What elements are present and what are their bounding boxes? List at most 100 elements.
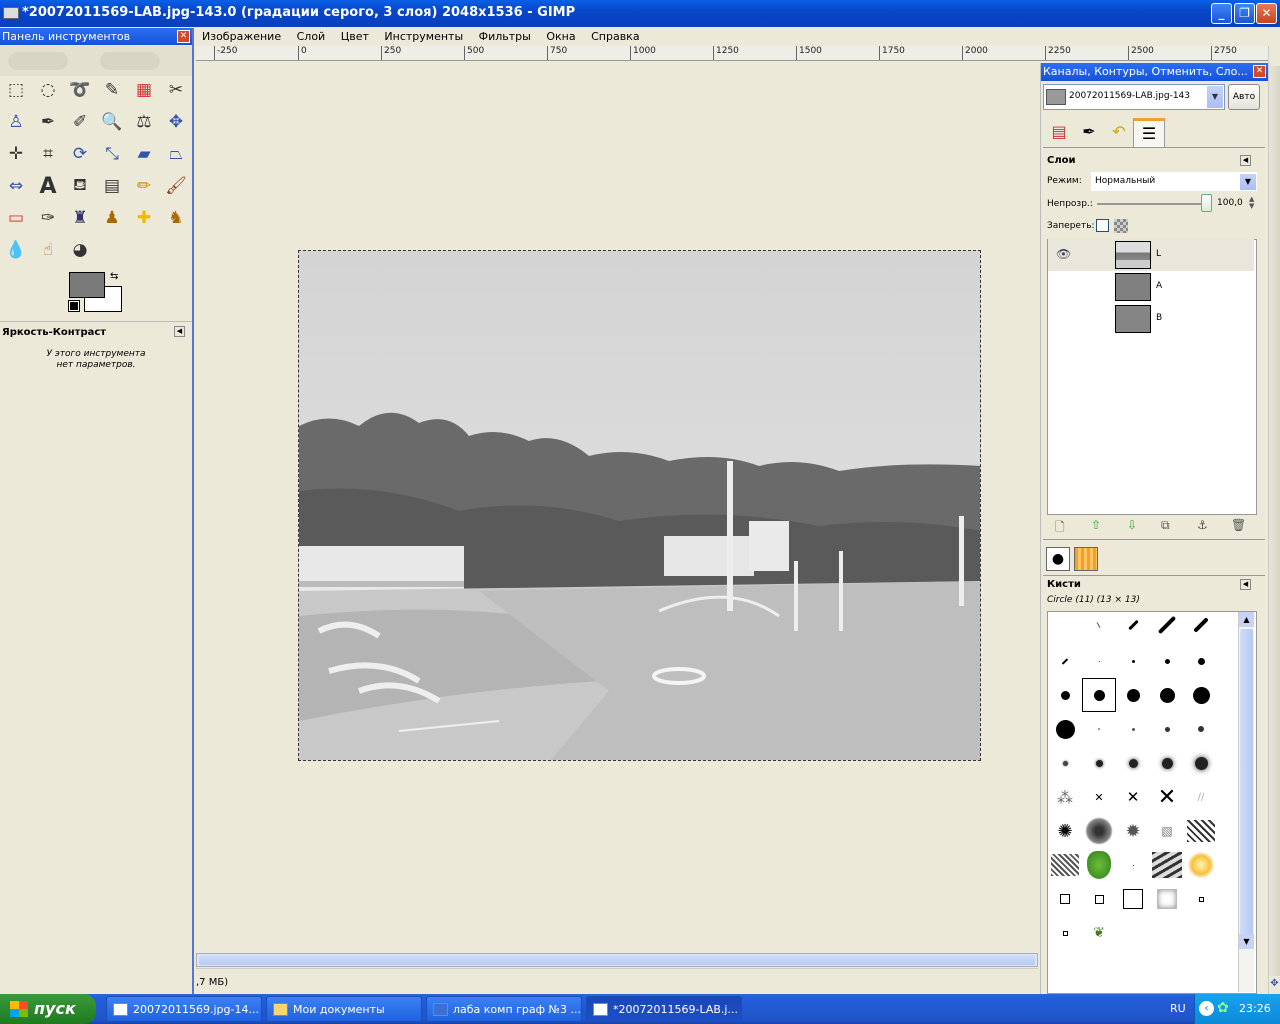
foreground-select-tool-icon[interactable]: ♙ [2,108,30,136]
heal-tool-icon[interactable]: ✚ [130,204,158,232]
brush-item[interactable] [1150,644,1184,678]
tab-undo[interactable]: ↶ [1105,118,1133,146]
ink-tool-icon[interactable]: ♜ [66,204,94,232]
shear-tool-icon[interactable]: ▰ [130,140,158,168]
tab-paths[interactable]: ✒ [1075,118,1103,146]
brush-item[interactable] [1116,608,1150,642]
color-picker-tool-icon[interactable]: ✐ [66,108,94,136]
menu-filters[interactable]: Фильтры [479,30,531,43]
brush-item[interactable] [1082,814,1116,848]
rotate-tool-icon[interactable]: ⟳ [66,140,94,168]
brush-item[interactable] [1184,814,1218,848]
auto-button[interactable]: Авто [1228,84,1260,110]
brush-item[interactable]: ✺ [1048,814,1082,848]
window-title-bar[interactable]: *20072011569-LAB.jpg-143.0 (градации сер… [0,0,1280,27]
layers-menu-icon[interactable]: ◀ [1240,155,1251,166]
brush-item[interactable] [1082,746,1116,780]
vine-brush-icon[interactable]: ❦ [1082,916,1116,950]
tool-options-menu-icon[interactable]: ◀ [174,326,185,337]
move-tool-icon[interactable]: ✥ [162,108,190,136]
brushes-scrollbar-thumb[interactable] [1240,629,1253,949]
tab-brushes[interactable]: ● [1046,547,1070,571]
brush-item[interactable]: ✕ [1116,780,1150,814]
smudge-tool-icon[interactable]: ☝ [34,236,62,264]
horizontal-ruler[interactable]: -250 0 250 500 750 1000 1250 1500 1750 2… [196,46,1268,61]
scale-tool-icon[interactable]: ⤡ [98,140,126,168]
brush-item[interactable] [1116,848,1150,882]
brush-item[interactable]: ⁂ [1048,780,1082,814]
layer-row-l[interactable]: 👁 L [1048,239,1254,271]
brush-item[interactable] [1150,848,1184,882]
lock-alpha-checkbox[interactable] [1096,219,1109,232]
taskbar-item-word[interactable]: лаба комп граф №3 ... [426,996,582,1022]
brushes-menu-icon[interactable]: ◀ [1240,579,1251,590]
brush-item[interactable] [1184,644,1218,678]
brush-item[interactable] [1048,644,1082,678]
brush-item[interactable] [1048,712,1082,746]
chevron-down-icon[interactable]: ▼ [1207,86,1223,108]
eraser-tool-icon[interactable]: ▭ [2,204,30,232]
dodge-burn-tool-icon[interactable]: ◕ [66,236,94,264]
toolbox-title-bar[interactable]: Панель инструментов ✕ [0,28,192,45]
text-tool-icon[interactable]: A [34,172,62,200]
perspective-clone-tool-icon[interactable]: ♞ [162,204,190,232]
fuzzy-select-tool-icon[interactable]: ✎ [98,76,126,104]
lower-layer-icon[interactable]: ⇩ [1127,518,1137,532]
menu-layer[interactable]: Слой [297,30,326,43]
brush-item[interactable] [1184,882,1218,916]
paths-tool-icon[interactable]: ✒ [34,108,62,136]
brush-item[interactable] [1116,712,1150,746]
align-tool-icon[interactable]: ✛ [2,140,30,168]
scissors-tool-icon[interactable]: ✂ [162,76,190,104]
taskbar-item-documents[interactable]: Мои документы [266,996,422,1022]
brush-item[interactable]: ✕ [1150,780,1184,814]
brush-item[interactable] [1082,882,1116,916]
brush-item[interactable] [1150,882,1184,916]
close-button[interactable]: ✕ [1256,3,1277,24]
duplicate-layer-icon[interactable]: ⧉ [1161,518,1170,533]
brush-item[interactable]: ✹ [1116,814,1150,848]
layer-name[interactable]: B [1156,313,1162,323]
chevron-down-icon[interactable]: ▼ [1240,174,1256,190]
minimize-button[interactable]: _ [1211,3,1232,24]
menu-image[interactable]: Изображение [202,30,281,43]
paintbrush-tool-icon[interactable]: 🖌 [162,172,190,200]
tray-expand-icon[interactable]: ‹ [1199,1001,1214,1016]
maximize-button[interactable]: ❐ [1234,3,1255,24]
brush-item[interactable] [1048,916,1082,950]
taskbar-item-gimp[interactable]: *20072011569-LAB.j... [586,996,742,1022]
brush-item[interactable] [1150,608,1184,642]
brush-item[interactable] [1082,712,1116,746]
brush-item[interactable] [1184,712,1218,746]
perspective-tool-icon[interactable]: ⏢ [162,140,190,168]
canvas-vertical-scrollbar-thumb[interactable] [1269,66,1280,976]
opacity-value[interactable]: 100,0 [1217,198,1243,208]
swap-colors-icon[interactable]: ⇆ [110,271,118,282]
menu-windows[interactable]: Окна [546,30,575,43]
brush-item[interactable] [1116,678,1150,712]
horizontal-scrollbar[interactable] [196,953,1038,967]
layer-row-a[interactable]: A [1048,271,1254,303]
delete-layer-icon[interactable]: 🗑 [1231,518,1246,532]
crop-tool-icon[interactable]: ⌗ [34,140,62,168]
clone-tool-icon[interactable]: ♟ [98,204,126,232]
brush-item[interactable] [1116,644,1150,678]
brush-item[interactable] [1116,882,1150,916]
navigate-icon[interactable]: ✥ [1269,978,1280,992]
raise-layer-icon[interactable]: ⇧ [1091,518,1101,532]
brush-item[interactable]: ▧ [1150,814,1184,848]
layer-row-b[interactable]: B [1048,303,1254,335]
airbrush-tool-icon[interactable]: ✑ [34,204,62,232]
zoom-tool-icon[interactable]: 🔍 [98,108,126,136]
taskbar-item-image[interactable]: 20072011569.jpg-14... [106,996,262,1022]
start-button[interactable]: пуск [0,994,96,1024]
canvas-vertical-scrollbar[interactable]: ✥ [1268,46,1280,994]
eye-visibility-icon[interactable]: 👁 [1056,247,1071,261]
menu-colors[interactable]: Цвет [341,30,369,43]
color-select-tool-icon[interactable]: ▦ [130,76,158,104]
brush-item[interactable] [1184,746,1218,780]
horizontal-scrollbar-thumb[interactable] [199,955,1035,965]
brushes-scrollbar[interactable]: ▲ ▼ [1238,612,1254,992]
brush-item-selected[interactable] [1082,678,1116,712]
wilber-drop-area[interactable] [0,46,192,76]
